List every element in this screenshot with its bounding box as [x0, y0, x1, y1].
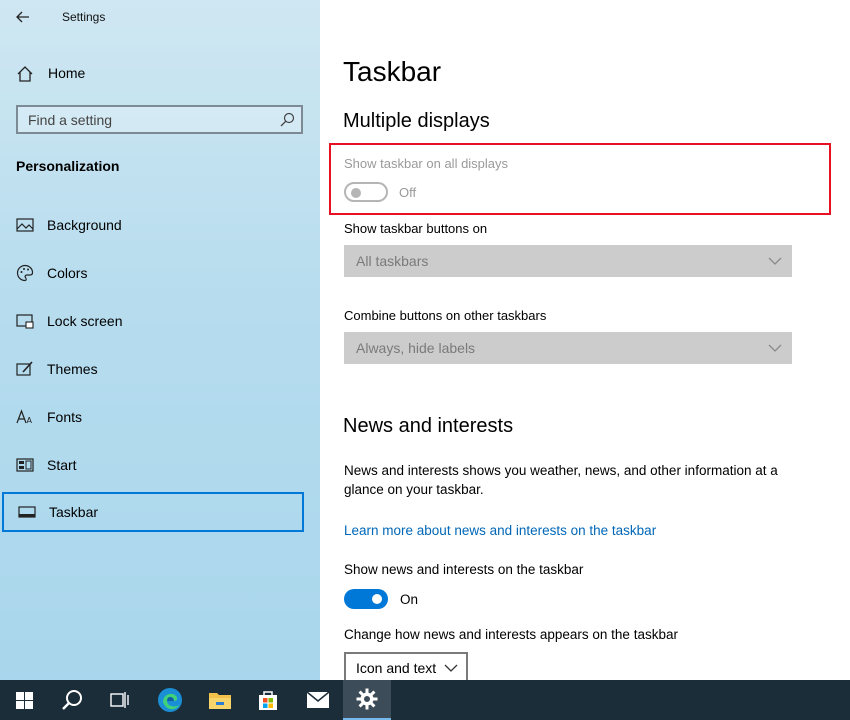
start-icon [16, 458, 34, 472]
app-title: Settings [62, 10, 106, 24]
show-on-all-displays-toggle[interactable] [344, 182, 388, 202]
sidebar-item-fonts[interactable]: A Fonts [0, 397, 320, 437]
file-explorer-button[interactable] [196, 680, 244, 720]
toggle-knob [372, 594, 382, 604]
show-news-label: Show news and interests on the taskbar [344, 562, 584, 577]
svg-text:A: A [27, 416, 33, 425]
sidebar: Settings Home Find a setting Personaliza… [0, 0, 320, 680]
combine-buttons-label: Combine buttons on other taskbars [344, 308, 547, 323]
combine-buttons-dropdown[interactable]: Always, hide labels [344, 332, 792, 364]
store-button[interactable] [244, 680, 292, 720]
home-nav-item[interactable]: Home [0, 56, 320, 90]
show-on-all-displays-state: Off [399, 185, 417, 200]
home-icon [17, 66, 33, 82]
mail-icon [306, 691, 330, 708]
taskbar-icon [18, 506, 36, 518]
start-button[interactable] [0, 680, 48, 720]
lock-screen-icon [16, 314, 34, 329]
sidebar-item-start[interactable]: Start [0, 445, 320, 485]
task-view-button[interactable] [96, 680, 144, 720]
news-description: News and interests shows you weather, ne… [344, 463, 778, 497]
fonts-icon: A [16, 409, 33, 425]
appearance-dropdown[interactable]: Icon and text [344, 652, 468, 680]
sidebar-item-lock-screen[interactable]: Lock screen [0, 301, 320, 341]
taskbar-search-button[interactable] [48, 680, 96, 720]
file-explorer-icon [209, 693, 231, 709]
sidebar-item-taskbar[interactable]: Taskbar [2, 492, 304, 532]
show-news-toggle[interactable] [344, 589, 388, 609]
sidebar-item-label: Background [47, 217, 122, 233]
palette-icon [16, 264, 34, 282]
search-icon [62, 690, 82, 710]
show-on-all-displays-label: Show taskbar on all displays [344, 156, 509, 171]
sidebar-item-label: Taskbar [49, 504, 99, 520]
sidebar-item-label: Themes [47, 361, 98, 377]
highlight-box [329, 143, 831, 215]
sidebar-item-background[interactable]: Background [0, 205, 320, 245]
learn-more-link[interactable]: Learn more about news and interests on t… [344, 523, 656, 538]
toggle-knob [351, 188, 361, 198]
title-bar: Settings [0, 0, 320, 34]
chevron-down-icon [768, 344, 782, 352]
back-arrow-icon [16, 11, 29, 23]
settings-gear-icon [356, 688, 378, 710]
multiple-displays-heading: Multiple displays [343, 110, 490, 132]
search-placeholder: Find a setting [28, 112, 113, 128]
news-heading: News and interests [343, 415, 514, 437]
dropdown-value: All taskbars [356, 253, 429, 269]
sidebar-item-colors[interactable]: Colors [0, 253, 320, 293]
search-input[interactable]: Find a setting [16, 105, 303, 134]
mail-button[interactable] [294, 680, 342, 720]
windows-taskbar [0, 680, 850, 720]
chevron-down-icon [768, 257, 782, 265]
change-appearance-label: Change how news and interests appears on… [344, 627, 678, 642]
edge-button[interactable] [146, 680, 194, 720]
back-button[interactable] [8, 4, 38, 30]
buttons-on-dropdown[interactable]: All taskbars [344, 245, 792, 277]
edge-icon [158, 688, 182, 712]
dropdown-value: Always, hide labels [356, 340, 476, 356]
sidebar-item-label: Lock screen [47, 313, 123, 329]
settings-taskbar-button[interactable] [343, 680, 391, 720]
search-icon [280, 112, 295, 127]
sidebar-item-label: Colors [47, 265, 88, 281]
page-title: Taskbar [343, 56, 442, 87]
themes-icon [16, 361, 33, 376]
sidebar-item-themes[interactable]: Themes [0, 349, 320, 389]
chevron-down-icon [444, 664, 458, 672]
buttons-on-label: Show taskbar buttons on [344, 221, 488, 236]
show-news-state: On [400, 592, 419, 607]
windows-start-icon [15, 691, 33, 709]
background-icon [16, 218, 34, 232]
dropdown-value: Icon and text [356, 660, 437, 676]
store-icon [259, 691, 277, 710]
section-title: Personalization [16, 158, 120, 174]
sidebar-item-label: Start [47, 457, 77, 473]
sidebar-item-label: Fonts [47, 409, 83, 425]
main-content: Taskbar Multiple displays Show taskbar o… [320, 0, 850, 680]
task-view-icon [110, 692, 129, 708]
home-label: Home [48, 65, 86, 81]
